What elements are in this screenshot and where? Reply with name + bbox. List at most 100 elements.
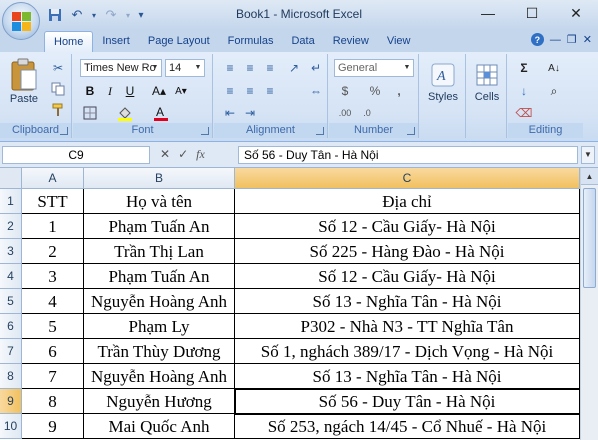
tab-insert[interactable]: Insert bbox=[93, 31, 139, 52]
shrink-font-icon[interactable]: A▾ bbox=[173, 83, 189, 99]
cancel-entry-icon[interactable]: ✕ bbox=[160, 147, 170, 162]
cell-b9[interactable]: Nguyễn Hương bbox=[84, 389, 235, 414]
align-bottom-icon[interactable]: ≡ bbox=[262, 60, 278, 76]
orientation-icon[interactable]: ↗ bbox=[286, 60, 302, 76]
tab-page-layout[interactable]: Page Layout bbox=[139, 31, 219, 52]
clipboard-launcher-icon[interactable] bbox=[60, 127, 68, 135]
row-header[interactable]: 7 bbox=[0, 339, 22, 364]
format-painter-icon[interactable] bbox=[50, 102, 66, 118]
currency-button[interactable]: $ bbox=[337, 83, 353, 99]
cut-icon[interactable]: ✂ bbox=[50, 60, 66, 76]
tab-data[interactable]: Data bbox=[282, 31, 323, 52]
cell-c3[interactable]: Số 225 - Hàng Đào - Hà Nội bbox=[235, 239, 580, 264]
align-right-icon[interactable]: ≡ bbox=[262, 83, 278, 99]
underline-button[interactable]: U bbox=[122, 83, 138, 99]
cells-button[interactable]: Cells bbox=[470, 62, 504, 103]
tab-formulas[interactable]: Formulas bbox=[219, 31, 283, 52]
font-size-select[interactable]: 14 ▼ bbox=[165, 59, 205, 77]
cell-c6[interactable]: P302 - Nhà N3 - TT Nghĩa Tân bbox=[235, 314, 580, 339]
row-header[interactable]: 9 bbox=[0, 389, 22, 414]
tab-home[interactable]: Home bbox=[44, 31, 94, 52]
decrease-indent-icon[interactable]: ⇤ bbox=[222, 105, 238, 121]
cell-c9[interactable]: Số 56 - Duy Tân - Hà Nội bbox=[234, 388, 581, 415]
cell-b4[interactable]: Phạm Tuấn An bbox=[84, 264, 235, 289]
cell-b6[interactable]: Phạm Ly bbox=[84, 314, 235, 339]
copy-icon[interactable] bbox=[50, 81, 66, 97]
grow-font-icon[interactable]: A▴ bbox=[151, 83, 167, 99]
clear-icon[interactable]: ⌫ bbox=[516, 105, 533, 121]
select-all-corner[interactable] bbox=[0, 168, 22, 189]
column-header-a[interactable]: A bbox=[22, 168, 84, 189]
number-launcher-icon[interactable] bbox=[407, 127, 415, 135]
align-center-icon[interactable]: ≡ bbox=[242, 83, 258, 99]
italic-button[interactable]: I bbox=[102, 83, 118, 99]
column-header-b[interactable]: B bbox=[84, 168, 235, 189]
worksheet-grid[interactable]: A B C 1 STT Họ và tên Địa chỉ 2 1 Phạm Tuấn An… bbox=[0, 168, 598, 440]
ribbon-close-icon[interactable]: ✕ bbox=[583, 33, 592, 46]
ribbon-restore-icon[interactable]: ❐ bbox=[567, 33, 577, 46]
cell-c10[interactable]: Số 253, ngách 14/45 - Cổ Nhuế - Hà Nội bbox=[235, 414, 580, 439]
cell-a7[interactable]: 6 bbox=[22, 339, 84, 364]
font-color-icon[interactable]: A bbox=[153, 105, 169, 121]
cell-b2[interactable]: Phạm Tuấn An bbox=[84, 214, 235, 239]
number-format-select[interactable]: General ▼ bbox=[334, 59, 414, 77]
cell-c1[interactable]: Địa chỉ bbox=[235, 189, 580, 214]
bold-button[interactable]: B bbox=[82, 83, 98, 99]
cell-b5[interactable]: Nguyễn Hoàng Anh bbox=[84, 289, 235, 314]
cell-a5[interactable]: 4 bbox=[22, 289, 84, 314]
cell-b1[interactable]: Họ và tên bbox=[84, 189, 235, 214]
merge-center-icon[interactable]: ⇔ bbox=[308, 83, 324, 99]
row-header[interactable]: 4 bbox=[0, 264, 22, 289]
cell-b8[interactable]: Nguyễn Hoàng Anh bbox=[84, 364, 235, 389]
vertical-scrollbar[interactable]: ▲ bbox=[580, 168, 598, 440]
scroll-up-icon[interactable]: ▲ bbox=[581, 168, 598, 185]
align-middle-icon[interactable]: ≡ bbox=[242, 60, 258, 76]
fill-icon[interactable]: ↓ bbox=[516, 83, 532, 99]
cell-c5[interactable]: Số 13 - Nghĩa Tân - Hà Nội bbox=[235, 289, 580, 314]
cell-c8[interactable]: Số 13 - Nghĩa Tân - Hà Nội bbox=[235, 364, 580, 389]
cell-b10[interactable]: Mai Quốc Anh bbox=[84, 414, 235, 439]
insert-function-icon[interactable]: fx bbox=[196, 147, 205, 162]
expand-formula-bar-icon[interactable]: ▼ bbox=[581, 146, 595, 164]
font-name-select[interactable]: Times New Ro ▼ bbox=[80, 59, 162, 77]
row-header[interactable]: 6 bbox=[0, 314, 22, 339]
fill-color-icon[interactable] bbox=[117, 105, 133, 121]
cell-c2[interactable]: Số 12 - Cầu Giấy- Hà Nội bbox=[235, 214, 580, 239]
close-button[interactable]: ✕ bbox=[554, 0, 598, 26]
formula-input[interactable]: Số 56 - Duy Tân - Hà Nội bbox=[238, 146, 578, 164]
cell-a1[interactable]: STT bbox=[22, 189, 84, 214]
cell-a3[interactable]: 2 bbox=[22, 239, 84, 264]
office-button[interactable] bbox=[2, 2, 40, 40]
help-icon[interactable]: ? bbox=[530, 33, 544, 46]
autosum-icon[interactable]: Σ bbox=[516, 60, 532, 76]
borders-icon[interactable] bbox=[82, 105, 98, 121]
cell-a9[interactable]: 8 bbox=[22, 389, 84, 414]
styles-button[interactable]: A Styles bbox=[426, 62, 460, 103]
cell-c7[interactable]: Số 1, nghách 389/17 - Dịch Vọng - Hà Nội bbox=[235, 339, 580, 364]
font-launcher-icon[interactable] bbox=[201, 127, 209, 135]
tab-view[interactable]: View bbox=[378, 31, 420, 52]
cell-c4[interactable]: Số 12 - Cầu Giấy- Hà Nội bbox=[235, 264, 580, 289]
row-header[interactable]: 3 bbox=[0, 239, 22, 264]
wrap-text-icon[interactable]: ↵ bbox=[308, 60, 324, 76]
increase-indent-icon[interactable]: ⇥ bbox=[242, 105, 258, 121]
maximize-button[interactable]: ☐ bbox=[510, 0, 554, 26]
alignment-launcher-icon[interactable] bbox=[316, 127, 324, 135]
paste-button[interactable]: Paste bbox=[6, 58, 42, 105]
confirm-entry-icon[interactable]: ✓ bbox=[178, 147, 188, 162]
percent-button[interactable]: % bbox=[367, 83, 383, 99]
row-header[interactable]: 10 bbox=[0, 414, 22, 439]
cell-a10[interactable]: 9 bbox=[22, 414, 84, 439]
ribbon-minimize-icon[interactable]: — bbox=[550, 34, 561, 46]
cell-b7[interactable]: Trần Thùy Dương bbox=[84, 339, 235, 364]
increase-decimal-icon[interactable]: .00 bbox=[337, 105, 353, 121]
cell-a8[interactable]: 7 bbox=[22, 364, 84, 389]
find-select-icon[interactable]: ⌕ bbox=[546, 83, 562, 99]
cell-a6[interactable]: 5 bbox=[22, 314, 84, 339]
sort-filter-icon[interactable]: A↓ bbox=[546, 60, 562, 76]
minimize-button[interactable]: — bbox=[466, 0, 510, 26]
column-header-c[interactable]: C bbox=[235, 168, 580, 189]
row-header[interactable]: 8 bbox=[0, 364, 22, 389]
comma-button[interactable]: , bbox=[391, 83, 407, 99]
tab-review[interactable]: Review bbox=[324, 31, 378, 52]
